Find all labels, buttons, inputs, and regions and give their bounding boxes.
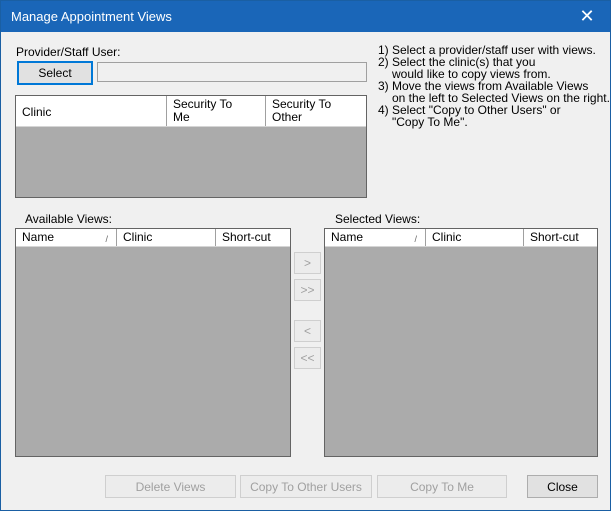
clinic-grid-header: Clinic Security To Me Security To Other [16,96,366,127]
move-all-left-button[interactable]: << [294,347,321,369]
delete-views-button[interactable]: Delete Views [105,475,236,498]
clinic-grid[interactable]: Clinic Security To Me Security To Other [15,95,367,198]
column-header-short-cut[interactable]: Short-cut [524,229,597,246]
selected-views-header: Name / Clinic Short-cut [325,229,597,247]
column-header-clinic[interactable]: Clinic [117,229,216,246]
column-header-security-to-me[interactable]: Security To Me [167,96,266,126]
window-title: Manage Appointment Views [11,9,172,24]
instructions: 1) Select a provider/staff user with vie… [378,44,610,128]
column-header-name[interactable]: Name / [16,229,117,246]
available-views-label: Available Views: [25,212,112,226]
available-views-grid[interactable]: Name / Clinic Short-cut [15,228,291,457]
close-icon[interactable]: ✕ [564,1,610,32]
close-button[interactable]: Close [527,475,598,498]
copy-to-other-users-button[interactable]: Copy To Other Users [240,475,372,498]
selected-views-grid[interactable]: Name / Clinic Short-cut [324,228,598,457]
column-header-clinic[interactable]: Clinic [426,229,524,246]
column-header-security-to-other[interactable]: Security To Other [266,96,366,126]
copy-to-me-button[interactable]: Copy To Me [377,475,507,498]
column-header-name[interactable]: Name / [325,229,426,246]
instruction-line: "Copy To Me". [392,115,468,129]
move-left-button[interactable]: < [294,320,321,342]
available-views-header: Name / Clinic Short-cut [16,229,290,247]
provider-label: Provider/Staff User: [16,45,121,59]
move-all-right-button[interactable]: >> [294,279,321,301]
column-header-short-cut[interactable]: Short-cut [216,229,290,246]
sort-indicator-icon: / [414,234,417,244]
move-right-button[interactable]: > [294,252,321,274]
column-header-clinic[interactable]: Clinic [16,96,167,126]
select-provider-button[interactable]: Select [17,61,93,85]
manage-appointment-views-dialog: Manage Appointment Views ✕ Provider/Staf… [0,0,611,511]
selected-views-label: Selected Views: [335,212,421,226]
sort-indicator-icon: / [105,234,108,244]
provider-field [97,62,367,82]
title-bar: Manage Appointment Views ✕ [1,1,610,32]
